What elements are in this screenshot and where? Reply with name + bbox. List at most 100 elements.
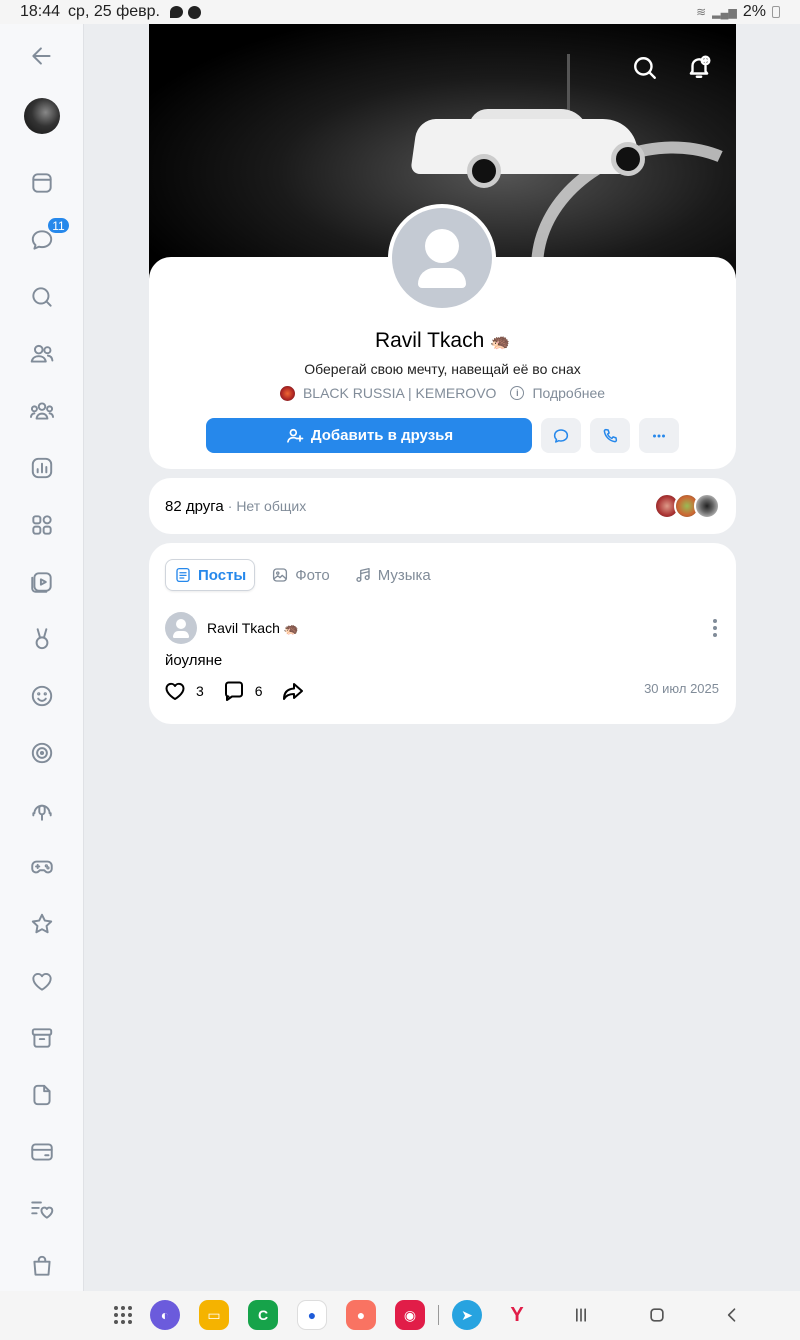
- share-icon: [282, 683, 303, 700]
- more-actions-button[interactable]: [639, 418, 679, 453]
- services-icon[interactable]: [22, 505, 62, 545]
- dock-separator: [438, 1305, 439, 1325]
- shop-icon[interactable]: [22, 1246, 62, 1286]
- add-friend-label: Добавить в друзья: [310, 427, 454, 444]
- wishlist-icon[interactable]: [22, 1189, 62, 1229]
- avatar-placeholder-icon: [392, 208, 492, 308]
- chat-notification-icon: [169, 6, 183, 18]
- recent-apps-icon[interactable]: [569, 1303, 593, 1327]
- status-bar: 18:44 ср, 25 февр. ≋ ▂▄▆ 2%: [0, 0, 800, 24]
- comment-count: 6: [254, 683, 263, 699]
- hedgehog-emoji-icon: 🦔: [490, 334, 511, 351]
- add-user-icon: [286, 428, 304, 443]
- status-date: ср, 25 февр.: [68, 3, 160, 20]
- search-icon[interactable]: [629, 52, 661, 84]
- profile-group-link[interactable]: BLACK RUSSIA | KEMEROVO: [303, 385, 496, 401]
- post-date: 30 июл 2025: [644, 681, 719, 696]
- system-nav-bar: ◐ ▭ C ● ● ◉ ➤ Y: [0, 1291, 800, 1340]
- favorites-icon[interactable]: [22, 904, 62, 944]
- profile-name-text: Ravil Tkach: [374, 329, 485, 352]
- documents-icon[interactable]: [22, 1075, 62, 1115]
- wifi-icon: ≋: [696, 5, 707, 19]
- share-button[interactable]: [281, 679, 305, 703]
- subscribe-notifications-icon[interactable]: [683, 51, 715, 83]
- profile-avatar[interactable]: [388, 204, 496, 312]
- home-icon[interactable]: [645, 1303, 669, 1327]
- friend-avatars: [654, 493, 720, 519]
- friend-avatar: [694, 493, 720, 519]
- profile-status: Оберегай свою мечту, навещай её во снах: [304, 361, 581, 377]
- profile-meta: BLACK RUSSIA | KEMEROVO i Подробнее: [149, 385, 736, 401]
- payments-icon[interactable]: [22, 1132, 62, 1172]
- message-button[interactable]: [541, 418, 581, 453]
- battery-icon: [772, 6, 780, 18]
- add-friend-button[interactable]: Добавить в друзья: [206, 418, 532, 453]
- battery-level: 2%: [742, 3, 766, 20]
- cover-car-wheel: [611, 142, 645, 176]
- post-actions: 3 6: [163, 679, 305, 703]
- search-icon[interactable]: [22, 277, 62, 317]
- post-author-avatar[interactable]: [165, 612, 197, 644]
- music-icon: [356, 567, 370, 583]
- friends-count: 82 друга: [165, 497, 224, 515]
- mutual-friends: · Нет общих: [227, 498, 307, 514]
- hedgehog-emoji-icon: 🦔: [283, 622, 299, 636]
- tab-music[interactable]: Музыка: [346, 559, 439, 591]
- post-author[interactable]: Ravil Tkach 🦔: [207, 620, 299, 636]
- post-menu-icon[interactable]: [712, 619, 718, 637]
- profile-card: Ravil Tkach 🦔 Оберегай свою мечту, навещ…: [149, 204, 736, 469]
- archive-icon[interactable]: [22, 1018, 62, 1058]
- messages-badge: 11: [46, 216, 71, 235]
- like-button[interactable]: 3: [163, 679, 204, 703]
- contacts-app-icon[interactable]: ●: [346, 1300, 376, 1330]
- group-icon: [279, 385, 295, 401]
- call-button[interactable]: [590, 418, 630, 453]
- content-tabs: Посты Фото Музыка: [165, 559, 439, 591]
- likes-icon[interactable]: [22, 961, 62, 1001]
- video-icon[interactable]: [22, 562, 62, 602]
- status-time: 18:44: [20, 3, 61, 20]
- photo-icon: [273, 568, 288, 582]
- tab-photos[interactable]: Фото: [263, 559, 337, 591]
- friends-card[interactable]: 82 друга · Нет общих: [149, 478, 736, 534]
- stats-icon[interactable]: [22, 448, 62, 488]
- message-icon: [553, 428, 569, 443]
- clips-icon[interactable]: [22, 619, 62, 659]
- cover-car-body: [410, 119, 643, 174]
- posts-icon: [176, 567, 190, 583]
- back-arrow-icon[interactable]: [22, 36, 62, 76]
- yandex-app-icon[interactable]: Y: [502, 1300, 532, 1330]
- communities-icon[interactable]: [22, 391, 62, 431]
- heart-icon: [165, 682, 185, 700]
- files-app-icon[interactable]: ▭: [199, 1300, 229, 1330]
- profile-more-link[interactable]: Подробнее: [532, 385, 605, 401]
- friends-icon[interactable]: [22, 334, 62, 374]
- telegram-app-icon[interactable]: ➤: [452, 1300, 482, 1330]
- messages-app-icon[interactable]: ●: [297, 1300, 327, 1330]
- app-drawer-icon[interactable]: [114, 1306, 132, 1324]
- post-author-name: Ravil Tkach: [207, 620, 280, 636]
- phone-app-icon[interactable]: C: [248, 1300, 278, 1330]
- tab-photos-label: Фото: [295, 566, 330, 584]
- post-text: йоуляне: [165, 652, 223, 669]
- avatar[interactable]: [24, 98, 60, 134]
- target-icon[interactable]: [22, 733, 62, 773]
- more-dots-icon: [653, 434, 665, 437]
- sidebar: 11: [0, 24, 84, 1291]
- podcasts-icon[interactable]: [22, 790, 62, 830]
- tab-posts-label: Посты: [198, 566, 247, 584]
- stickers-icon[interactable]: [22, 676, 62, 716]
- cover-car-wheel: [467, 154, 501, 188]
- games-icon[interactable]: [22, 847, 62, 887]
- back-icon[interactable]: [720, 1303, 744, 1327]
- tab-posts[interactable]: Посты: [165, 559, 256, 591]
- comment-button[interactable]: 6: [222, 679, 263, 703]
- camera-app-icon[interactable]: ◉: [395, 1300, 425, 1330]
- news-icon[interactable]: [22, 163, 62, 203]
- like-count: 3: [196, 683, 204, 699]
- posts-card: Посты Фото Музыка Ravil Tkach 🦔 йоуляне …: [149, 543, 736, 724]
- profile-name: Ravil Tkach 🦔: [149, 329, 736, 353]
- signal-icon: ▂▄▆: [712, 6, 737, 19]
- info-icon: i: [510, 386, 525, 400]
- browser-app-icon[interactable]: ◐: [150, 1300, 180, 1330]
